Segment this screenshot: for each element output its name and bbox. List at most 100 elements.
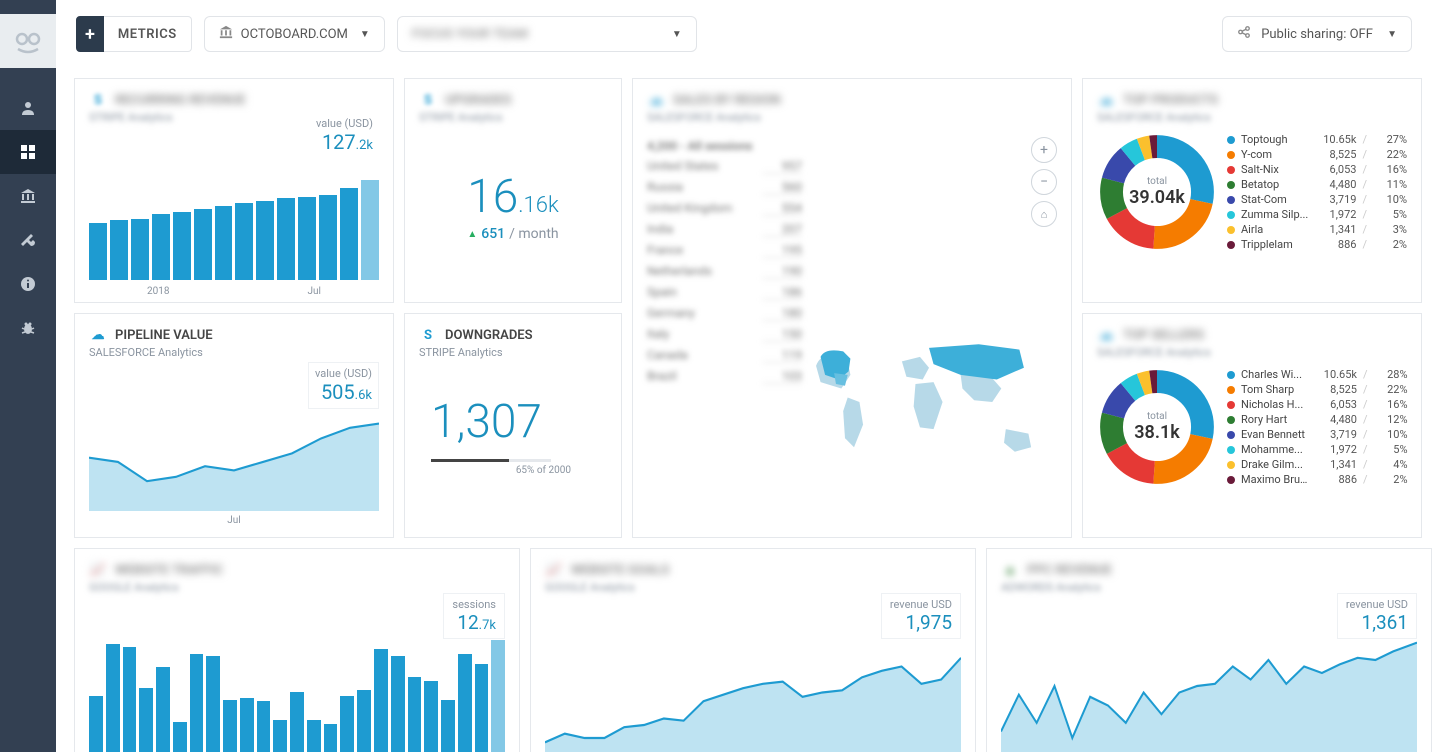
legend-item: Stat-Com3,719/10%	[1227, 192, 1407, 207]
app-logo	[0, 14, 56, 68]
card-title: PPC REVENUE	[1027, 563, 1112, 578]
legend-item: Zumma Silp...1,972/5%	[1227, 207, 1407, 222]
card-top-sellers[interactable]: ☁ TOP SELLERS SALESFORCE Analytics total3…	[1082, 313, 1422, 538]
value-tag: revenue USD 1,975	[881, 593, 961, 639]
value-tag: value (USD) 127.2k	[310, 113, 379, 158]
legend-item: Drake Gilm...1,341/4%	[1227, 457, 1408, 472]
sharing-selector[interactable]: Public sharing: OFF ▼	[1222, 16, 1412, 52]
stripe-icon: S	[419, 91, 437, 109]
card-title: WEBSITE GOALS	[571, 563, 669, 578]
card-title: TOP PRODUCTS	[1123, 93, 1218, 108]
legend-item: Y-com8,525/22%	[1227, 147, 1407, 162]
nav-item-info-icon[interactable]	[0, 262, 56, 306]
legend-item: Nicholas H...6,053/16%	[1227, 397, 1408, 412]
card-title: SALES BY REGION	[673, 93, 781, 108]
salesforce-icon: ☁	[89, 326, 107, 344]
topbar: + METRICS OCTOBOARD.COM ▼ FOCUS YOUR TEA…	[0, 0, 1432, 68]
card-subtitle: SALESFORCE Analytics	[1097, 111, 1407, 124]
bar-chart	[89, 640, 505, 752]
area-chart	[89, 415, 379, 511]
value-tag: value (USD) 505.6k	[308, 362, 379, 409]
add-icon[interactable]: +	[76, 16, 104, 52]
legend-item: Tom Sharp8,525/22%	[1227, 382, 1408, 397]
card-upgrades[interactable]: S UPGRADES STRIPE Analytics 16.16k ▲ 651 …	[404, 78, 622, 303]
metrics-button[interactable]: METRICS	[104, 16, 192, 52]
region-list: 4,200 - All sessionsUnited States957Russ…	[647, 136, 802, 387]
card-subtitle: SALESFORCE Analytics	[89, 346, 379, 359]
chart-legend: Toptough10.65k/27%Y-com8,525/22%Salt-Nix…	[1227, 132, 1407, 252]
dashboard-content: S RECURRING REVENUE STRIPE Analytics valu…	[56, 68, 1432, 752]
world-map[interactable]	[798, 279, 1051, 507]
legend-item: Rory Hart4,480/12%	[1227, 412, 1408, 427]
legend-item: Betatop4,480/11%	[1227, 177, 1407, 192]
zoom-in-button[interactable]: +	[1031, 137, 1057, 163]
zoom-out-button[interactable]: −	[1031, 169, 1057, 195]
legend-item: Tripplelam886/2%	[1227, 237, 1407, 252]
card-title: RECURRING REVENUE	[115, 93, 246, 108]
chart-axis: Jul	[89, 515, 379, 526]
stripe-icon: S	[419, 326, 437, 344]
legend-item: Toptough10.65k/27%	[1227, 132, 1407, 147]
analytics-icon: 📈	[545, 561, 563, 579]
chart-legend: Charles Wi...10.65k/28%Tom Sharp8,525/22…	[1227, 367, 1408, 487]
legend-item: Mohamme...1,972/5%	[1227, 442, 1408, 457]
donut-chart: total38.1k	[1097, 367, 1217, 487]
card-recurring-revenue[interactable]: SRECURRING REVENUE STRIPE Analytics valu…	[74, 78, 394, 303]
team-selector[interactable]: FOCUS YOUR TEAM ▼	[397, 16, 697, 52]
area-chart	[545, 634, 961, 752]
card-title: TOP SELLERS	[1123, 328, 1204, 343]
legend-item: Maximo Bruce886/2%	[1227, 472, 1408, 487]
nav-item-dashboard-icon[interactable]	[0, 130, 56, 174]
bank-icon	[219, 25, 233, 43]
card-website-goals[interactable]: 📈WEBSITE GOALS GOOGLE Analytics revenue …	[530, 548, 976, 752]
home-button[interactable]: ⌂	[1031, 201, 1057, 227]
sharing-selector-label: Public sharing: OFF	[1261, 27, 1373, 42]
metric-value: 16	[467, 170, 518, 224]
card-downgrades[interactable]: SDOWNGRADES STRIPE Analytics 1,307 65% o…	[404, 313, 622, 538]
team-selector-label: FOCUS YOUR TEAM	[412, 27, 528, 42]
legend-item: Charles Wi...10.65k/28%	[1227, 367, 1408, 382]
adwords-icon: ▲	[1001, 561, 1019, 579]
value-tag: sessions 12.7k	[443, 593, 505, 639]
nav-item-user-icon[interactable]	[0, 86, 56, 130]
card-subtitle: SALESFORCE Analytics	[1097, 346, 1407, 359]
card-title: UPGRADES	[445, 93, 511, 108]
value-tag: revenue USD 1,361	[1337, 593, 1417, 639]
progress-bar	[431, 459, 551, 462]
arrow-up-icon: ▲	[467, 229, 477, 240]
donut-chart: total39.04k	[1097, 132, 1217, 252]
stripe-icon: S	[89, 91, 107, 109]
bar-chart	[89, 180, 379, 280]
nav-item-bank-icon[interactable]	[0, 174, 56, 218]
card-sales-by-region[interactable]: ☁SALES BY REGION SALESFORCE Analytics + …	[632, 78, 1072, 538]
card-subtitle: SALESFORCE Analytics	[647, 111, 1057, 124]
legend-item: Salt-Nix6,053/16%	[1227, 162, 1407, 177]
caret-down-icon: ▼	[360, 29, 370, 40]
card-subtitle: STRIPE Analytics	[419, 346, 607, 359]
salesforce-icon: ☁	[1097, 326, 1115, 344]
card-website-traffic[interactable]: 📈WEBSITE TRAFFIC GOOGLE Analytics sessio…	[74, 548, 520, 752]
nav-item-plug-icon[interactable]	[0, 218, 56, 262]
sidebar-nav	[0, 0, 56, 752]
card-title: PIPELINE VALUE	[115, 328, 213, 343]
card-top-products[interactable]: ☁ TOP PRODUCTS SALESFORCE Analytics total…	[1082, 78, 1422, 303]
org-selector[interactable]: OCTOBOARD.COM ▼	[204, 16, 385, 52]
card-ppc-revenue[interactable]: ▲PPC REVENUE ADWORDS Analytics revenue U…	[986, 548, 1432, 752]
card-title: WEBSITE TRAFFIC	[115, 563, 223, 578]
legend-item: Airla1,341/3%	[1227, 222, 1407, 237]
metric-delta: ▲ 651 / month	[419, 226, 607, 242]
metric-value: 1,307	[431, 399, 607, 445]
line-chart	[1001, 634, 1417, 752]
org-selector-label: OCTOBOARD.COM	[241, 27, 348, 42]
card-subtitle: STRIPE Analytics	[419, 111, 607, 124]
chart-axis: 2018Jul	[89, 286, 379, 297]
card-title: DOWNGRADES	[445, 328, 533, 343]
caret-down-icon: ▼	[1387, 29, 1397, 40]
legend-item: Evan Bennett3,719/10%	[1227, 427, 1408, 442]
card-pipeline-value[interactable]: ☁ PIPELINE VALUE SALESFORCE Analytics val…	[74, 313, 394, 538]
nav-item-bug-icon[interactable]	[0, 306, 56, 350]
caret-down-icon: ▼	[672, 29, 682, 40]
salesforce-icon: ☁	[1097, 91, 1115, 109]
metric-suffix: .16k	[518, 193, 558, 218]
analytics-icon: 📈	[89, 561, 107, 579]
